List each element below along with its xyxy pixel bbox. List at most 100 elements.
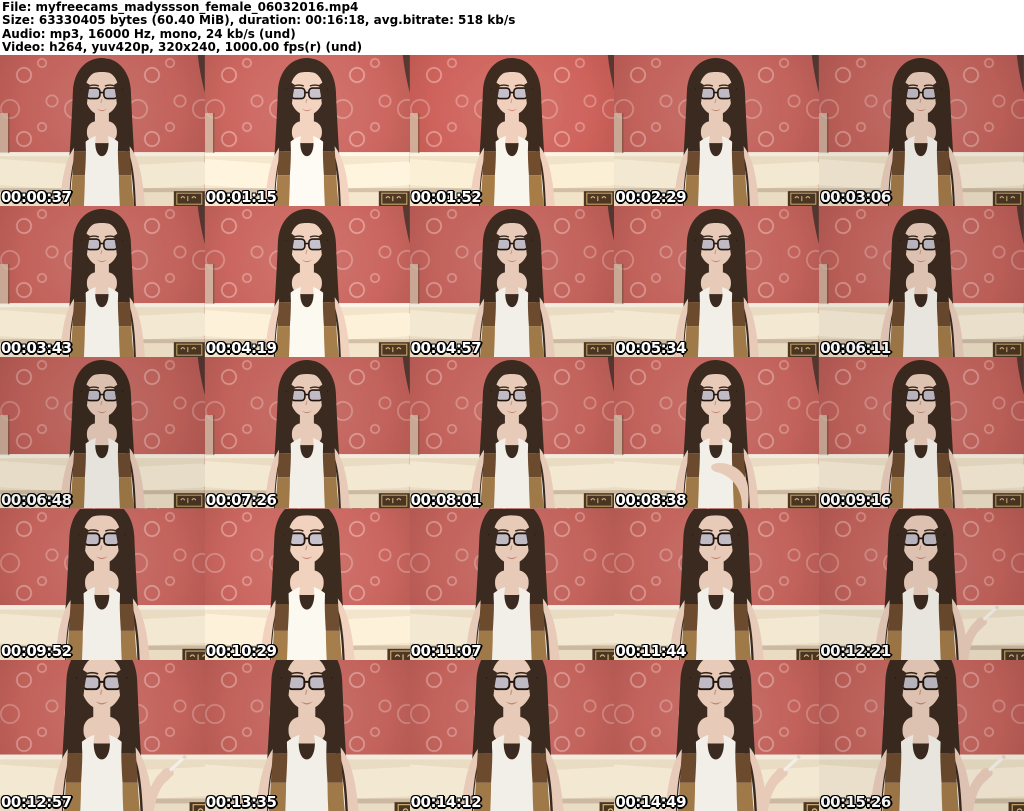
wood-ornament-icon — [591, 648, 615, 660]
audio-info-line: Audio: mp3, 16000 Hz, mono, 24 kb/s (und… — [2, 26, 296, 41]
frame-illustration — [409, 508, 615, 660]
timestamp-label: 00:11:07 — [410, 641, 482, 660]
video-thumbnail: 00:01:52 — [409, 55, 615, 207]
timestamp-label: 00:14:49 — [615, 792, 687, 811]
person-figure — [464, 508, 560, 660]
video-info-line: Video: h264, yuv420p, 320x240, 1000.00 f… — [2, 40, 363, 55]
timestamp-label: 00:06:48 — [1, 490, 72, 509]
frame-illustration — [819, 508, 1024, 660]
frame-illustration — [409, 659, 615, 811]
video-thumbnail: 00:08:01 — [409, 357, 615, 509]
wood-ornament-icon — [583, 493, 615, 509]
wood-ornament-icon — [788, 191, 820, 207]
video-thumbnail: 00:06:11 — [819, 206, 1024, 358]
frame-illustration — [614, 55, 820, 207]
frame-illustration — [0, 206, 205, 358]
timestamp-label: 00:06:11 — [820, 339, 891, 358]
timestamp-label: 00:08:38 — [615, 490, 687, 509]
frame-illustration — [0, 508, 205, 660]
frame-illustration — [614, 206, 820, 358]
thumbnail-grid: 00:00:37 00:01:15 00:01:52 00:02:29 00:0… — [0, 55, 1024, 811]
timestamp-label: 00:04:19 — [205, 339, 277, 358]
timestamp-label: 00:10:29 — [205, 641, 277, 660]
frame-illustration — [614, 508, 820, 660]
wood-ornament-icon — [394, 801, 410, 811]
video-thumbnail: 00:05:34 — [614, 206, 820, 358]
person-figure — [674, 209, 760, 358]
video-thumbnail: 00:01:15 — [204, 55, 410, 207]
size-info-line: Size: 63330405 bytes (60.40 MiB), durati… — [2, 13, 516, 28]
person-figure — [264, 58, 350, 207]
frame-illustration — [409, 55, 615, 207]
timestamp-label: 00:13:35 — [205, 792, 277, 811]
frame-illustration — [819, 55, 1024, 207]
person-figure — [674, 360, 760, 509]
person-figure — [59, 58, 145, 207]
wood-ornament-icon — [788, 342, 820, 358]
wood-ornament-icon — [1008, 801, 1024, 811]
wood-ornament-icon — [387, 648, 410, 660]
wood-ornament-icon — [583, 342, 615, 358]
video-thumbnail: 00:08:38 — [614, 357, 820, 509]
timestamp-label: 00:09:52 — [1, 641, 72, 660]
frame-illustration — [204, 357, 410, 509]
person-figure — [264, 209, 350, 358]
timestamp-label: 00:03:43 — [1, 339, 72, 358]
person-figure — [59, 360, 145, 509]
frame-illustration — [819, 357, 1024, 509]
timestamp-label: 00:11:44 — [615, 641, 687, 660]
video-thumbnail: 00:03:43 — [0, 206, 205, 358]
video-thumbnail: 00:11:07 — [409, 508, 615, 660]
frame-illustration — [819, 659, 1024, 811]
frame-illustration — [0, 55, 205, 207]
video-thumbnail: 00:00:37 — [0, 55, 205, 207]
person-figure — [469, 360, 555, 509]
frame-illustration — [614, 659, 820, 811]
video-thumbnail: 00:04:57 — [409, 206, 615, 358]
contact-sheet: { "header": { "file": "File: myfreecams_… — [0, 0, 1024, 811]
timestamp-label: 00:00:37 — [1, 188, 72, 207]
wood-ornament-icon — [378, 342, 410, 358]
wood-ornament-icon — [182, 648, 205, 660]
frame-illustration — [0, 659, 205, 811]
video-thumbnail: 00:15:26 — [819, 659, 1024, 811]
frame-illustration — [819, 206, 1024, 358]
video-thumbnail: 00:12:21 — [819, 508, 1024, 660]
person-figure — [256, 659, 359, 811]
video-thumbnail: 00:13:35 — [204, 659, 410, 811]
video-thumbnail: 00:09:52 — [0, 508, 205, 660]
person-figure — [55, 508, 150, 660]
timestamp-label: 00:03:06 — [820, 188, 891, 207]
timestamp-label: 00:02:29 — [615, 188, 687, 207]
video-thumbnail: 00:04:19 — [204, 206, 410, 358]
wood-ornament-icon — [796, 648, 820, 660]
person-figure — [879, 209, 965, 358]
video-thumbnail: 00:12:57 — [0, 659, 205, 811]
wood-ornament-icon — [378, 493, 410, 509]
video-thumbnail: 00:14:12 — [409, 659, 615, 811]
timestamp-label: 00:15:26 — [820, 792, 891, 811]
media-info-header: File: myfreecams_madyssson_female_060320… — [0, 0, 1024, 55]
frame-illustration — [204, 508, 410, 660]
timestamp-label: 00:09:16 — [820, 490, 891, 509]
wood-ornament-icon — [173, 493, 205, 509]
timestamp-label: 00:14:12 — [410, 792, 482, 811]
wood-ornament-icon — [189, 801, 205, 811]
wood-ornament-icon — [173, 191, 205, 207]
wood-ornament-icon — [1001, 648, 1024, 660]
video-thumbnail: 00:14:49 — [614, 659, 820, 811]
person-figure — [59, 209, 145, 358]
wood-ornament-icon — [788, 493, 820, 509]
timestamp-label: 00:12:57 — [1, 792, 72, 811]
person-figure — [669, 508, 764, 660]
video-thumbnail: 00:06:48 — [0, 357, 205, 509]
timestamp-label: 00:01:52 — [410, 188, 482, 207]
file-info-line: File: myfreecams_madyssson_female_060320… — [2, 0, 359, 14]
timestamp-label: 00:07:26 — [205, 490, 277, 509]
timestamp-label: 00:05:34 — [615, 339, 687, 358]
video-thumbnail: 00:11:44 — [614, 508, 820, 660]
timestamp-label: 00:12:21 — [820, 641, 891, 660]
person-figure — [469, 209, 555, 358]
frame-illustration — [204, 659, 410, 811]
frame-illustration — [0, 357, 205, 509]
